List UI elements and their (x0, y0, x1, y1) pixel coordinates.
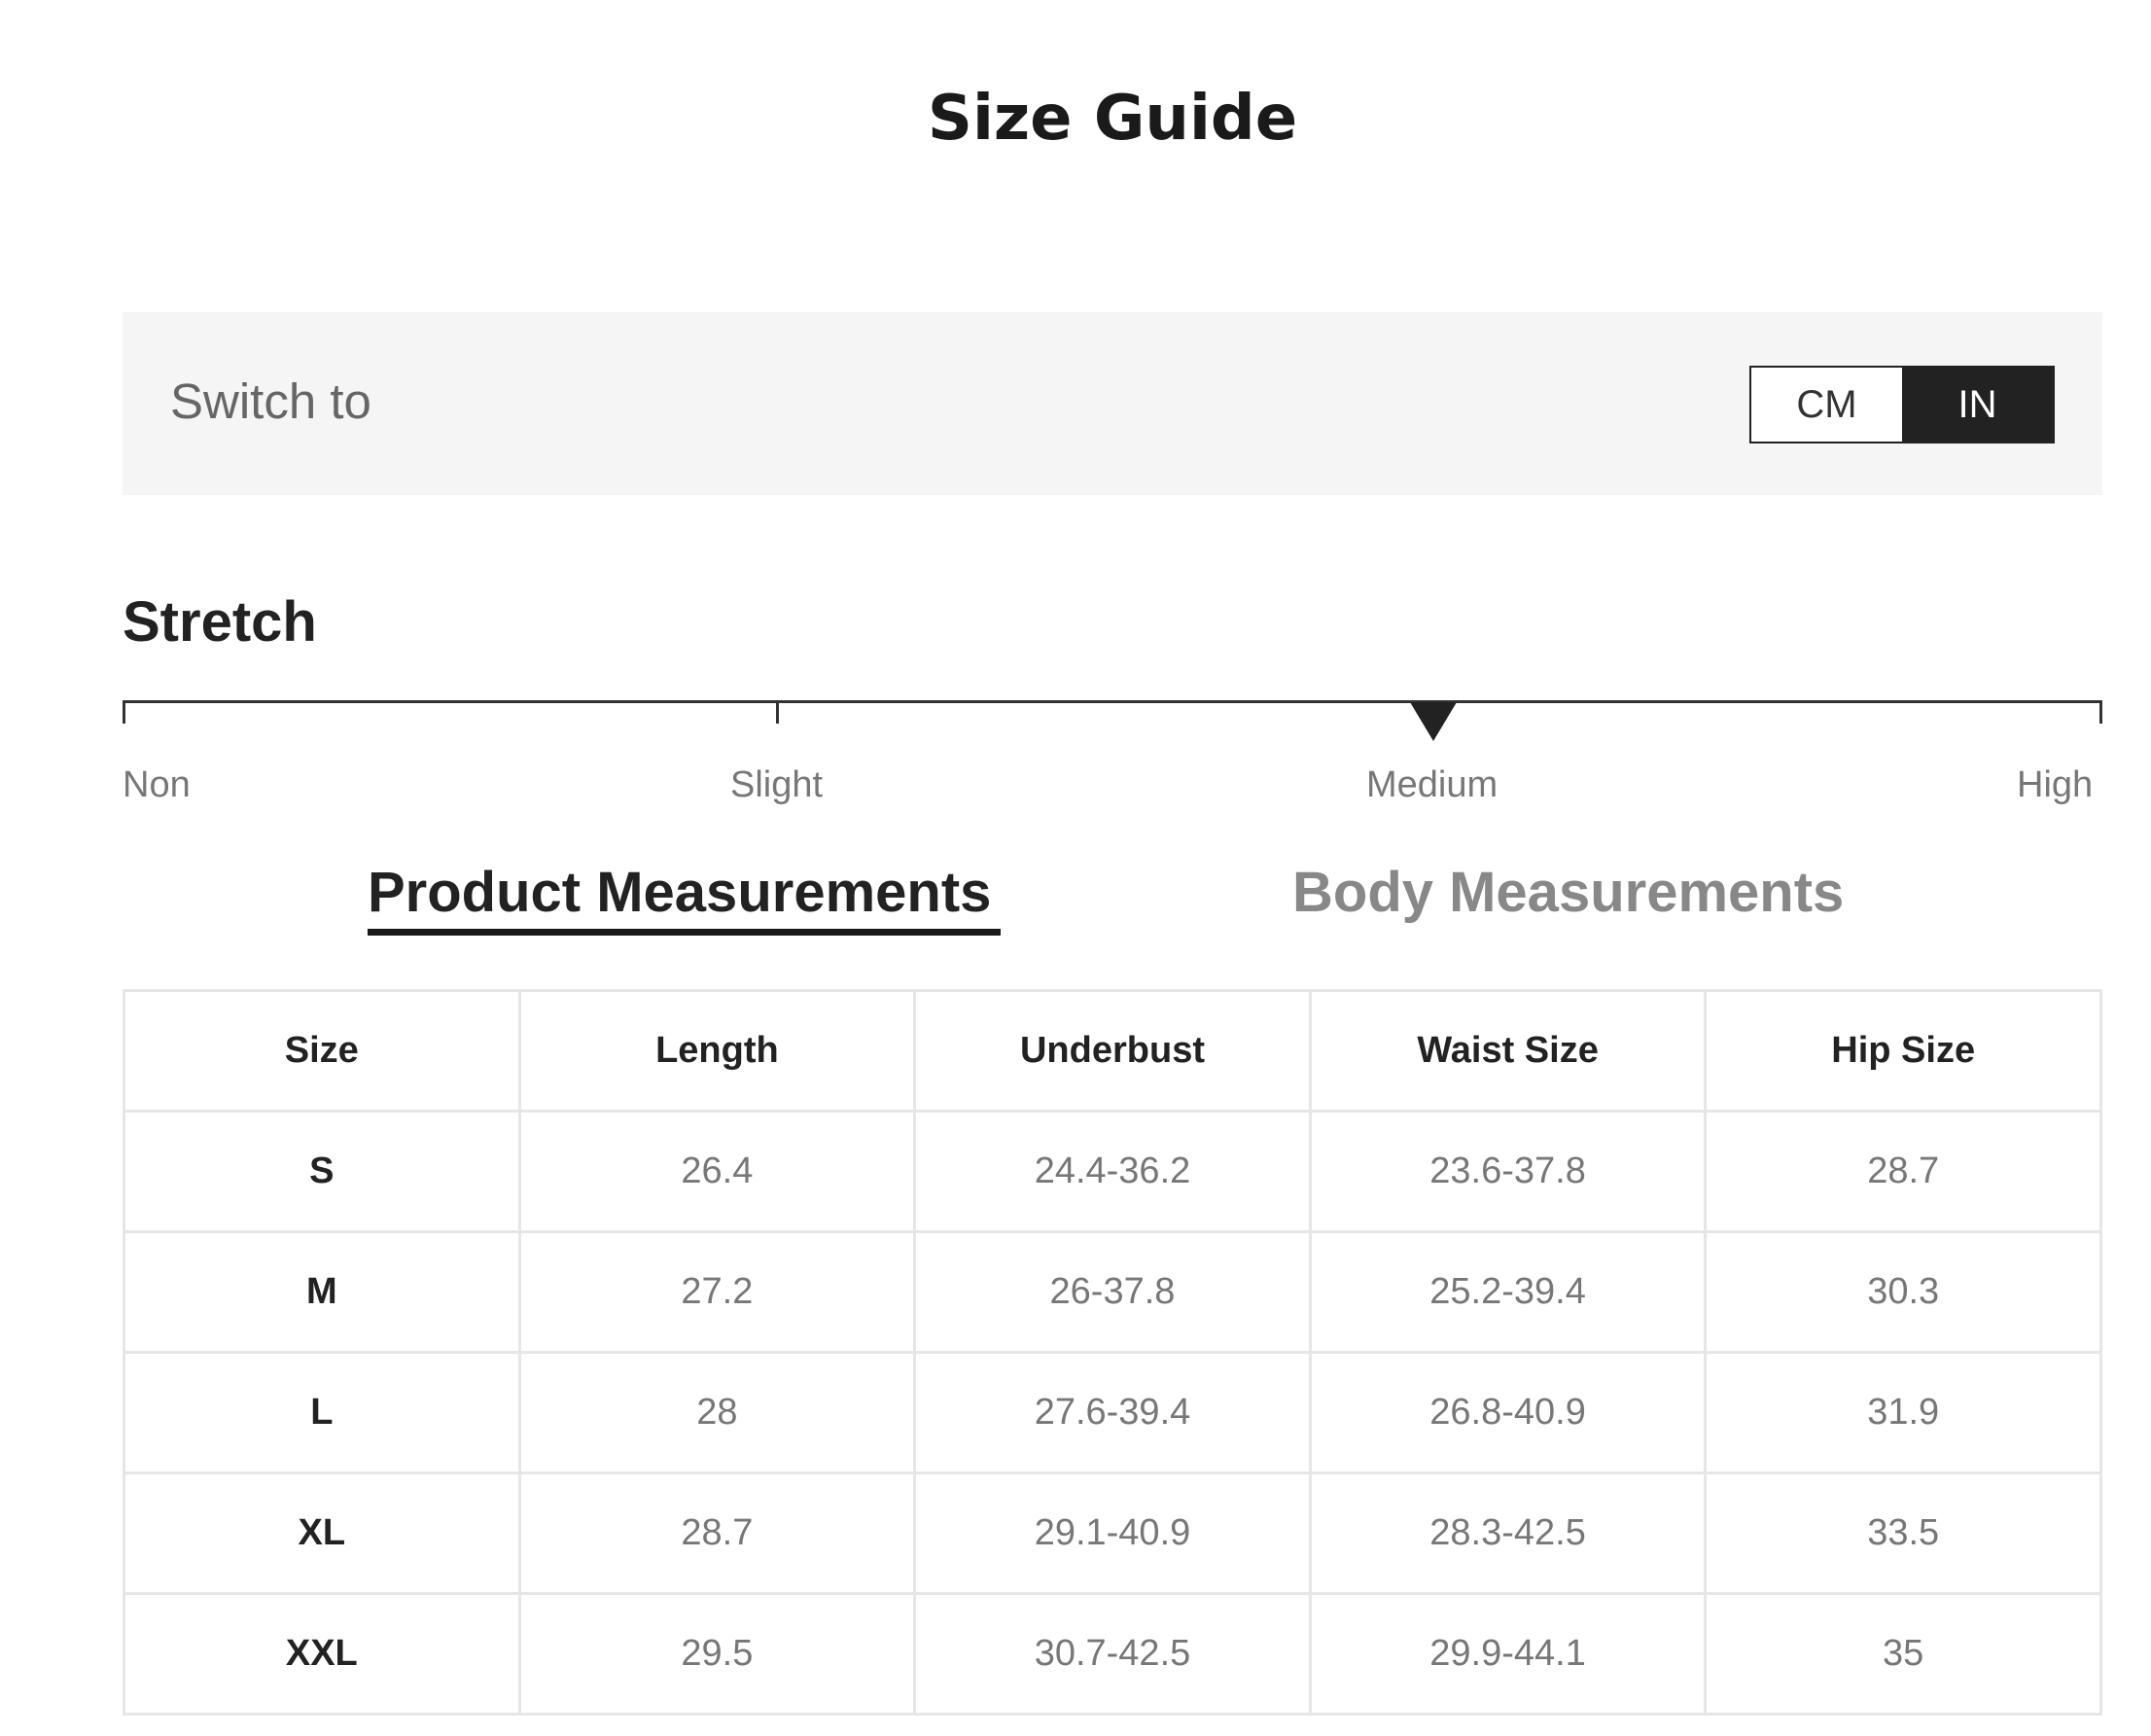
length-cell: 28 (517, 1351, 917, 1474)
waist-cell: 28.3-42.5 (1308, 1471, 1708, 1595)
stretch-label-high: High (2017, 764, 2094, 805)
underbust-cell: 27.6-39.4 (913, 1351, 1312, 1474)
unit-switch-bar: Switch to CM IN (123, 312, 2102, 495)
table-header-row: Size Length Underbust Waist Size Hip Siz… (123, 989, 2102, 1113)
size-guide-page: Size Guide Switch to CM IN Stretch Non S… (0, 0, 2151, 1736)
stretch-label-medium: Medium (1366, 764, 1499, 805)
stretch-label-non: Non (123, 764, 191, 805)
table-row: XL 28.7 29.1-40.9 28.3-42.5 33.5 (123, 1471, 2102, 1595)
switch-label: Switch to (170, 373, 371, 429)
hip-cell: 30.3 (1704, 1230, 2102, 1354)
size-cell: XXL (123, 1592, 521, 1716)
underbust-cell: 29.1-40.9 (913, 1471, 1312, 1595)
column-header-hip-size: Hip Size (1704, 989, 2102, 1113)
hip-cell: 33.5 (1704, 1471, 2102, 1595)
underbust-cell: 26-37.8 (913, 1230, 1312, 1354)
table-row: M 27.2 26-37.8 25.2-39.4 30.3 (123, 1230, 2102, 1354)
unit-toggle: CM IN (1749, 366, 2055, 443)
underbust-cell: 24.4-36.2 (913, 1110, 1312, 1233)
length-cell: 26.4 (517, 1110, 917, 1233)
length-cell: 29.5 (517, 1592, 917, 1716)
waist-cell: 25.2-39.4 (1308, 1230, 1708, 1354)
size-cell: XL (123, 1471, 521, 1595)
size-table: Size Length Underbust Waist Size Hip Siz… (123, 989, 2102, 1716)
waist-cell: 23.6-37.8 (1308, 1110, 1708, 1233)
underbust-cell: 30.7-42.5 (913, 1592, 1312, 1716)
column-header-waist-size: Waist Size (1308, 989, 1708, 1113)
unit-in-button[interactable]: IN (1902, 368, 2053, 442)
stretch-scale-line (123, 700, 2102, 703)
column-header-underbust: Underbust (913, 989, 1312, 1113)
column-header-size: Size (123, 989, 521, 1113)
table-row: XXL 29.5 30.7-42.5 29.9-44.1 35 (123, 1592, 2102, 1716)
page-title: Size Guide (927, 83, 1298, 155)
table-row: L 28 27.6-39.4 26.8-40.9 31.9 (123, 1351, 2102, 1474)
tab-body-measurements[interactable]: Body Measurements (1292, 860, 1844, 925)
size-cell: L (123, 1351, 521, 1474)
hip-cell: 35 (1704, 1592, 2102, 1716)
column-header-length: Length (517, 989, 917, 1113)
stretch-tick-slight (776, 700, 779, 724)
size-cell: M (123, 1230, 521, 1354)
stretch-label-slight: Slight (730, 764, 824, 805)
length-cell: 27.2 (517, 1230, 917, 1354)
hip-cell: 31.9 (1704, 1351, 2102, 1474)
active-tab-underline (368, 929, 1001, 936)
tab-product-measurements[interactable]: Product Measurements (368, 860, 991, 925)
waist-cell: 29.9-44.1 (1308, 1592, 1708, 1716)
hip-cell: 28.7 (1704, 1110, 2102, 1233)
table-row: S 26.4 24.4-36.2 23.6-37.8 28.7 (123, 1110, 2102, 1233)
size-cell: S (123, 1110, 521, 1233)
waist-cell: 26.8-40.9 (1308, 1351, 1708, 1474)
stretch-tick-non (123, 700, 125, 724)
stretch-heading: Stretch (123, 590, 317, 654)
stretch-marker-icon (1410, 702, 1457, 741)
stretch-tick-high (2099, 700, 2102, 724)
unit-cm-button[interactable]: CM (1751, 368, 1902, 442)
length-cell: 28.7 (517, 1471, 917, 1595)
